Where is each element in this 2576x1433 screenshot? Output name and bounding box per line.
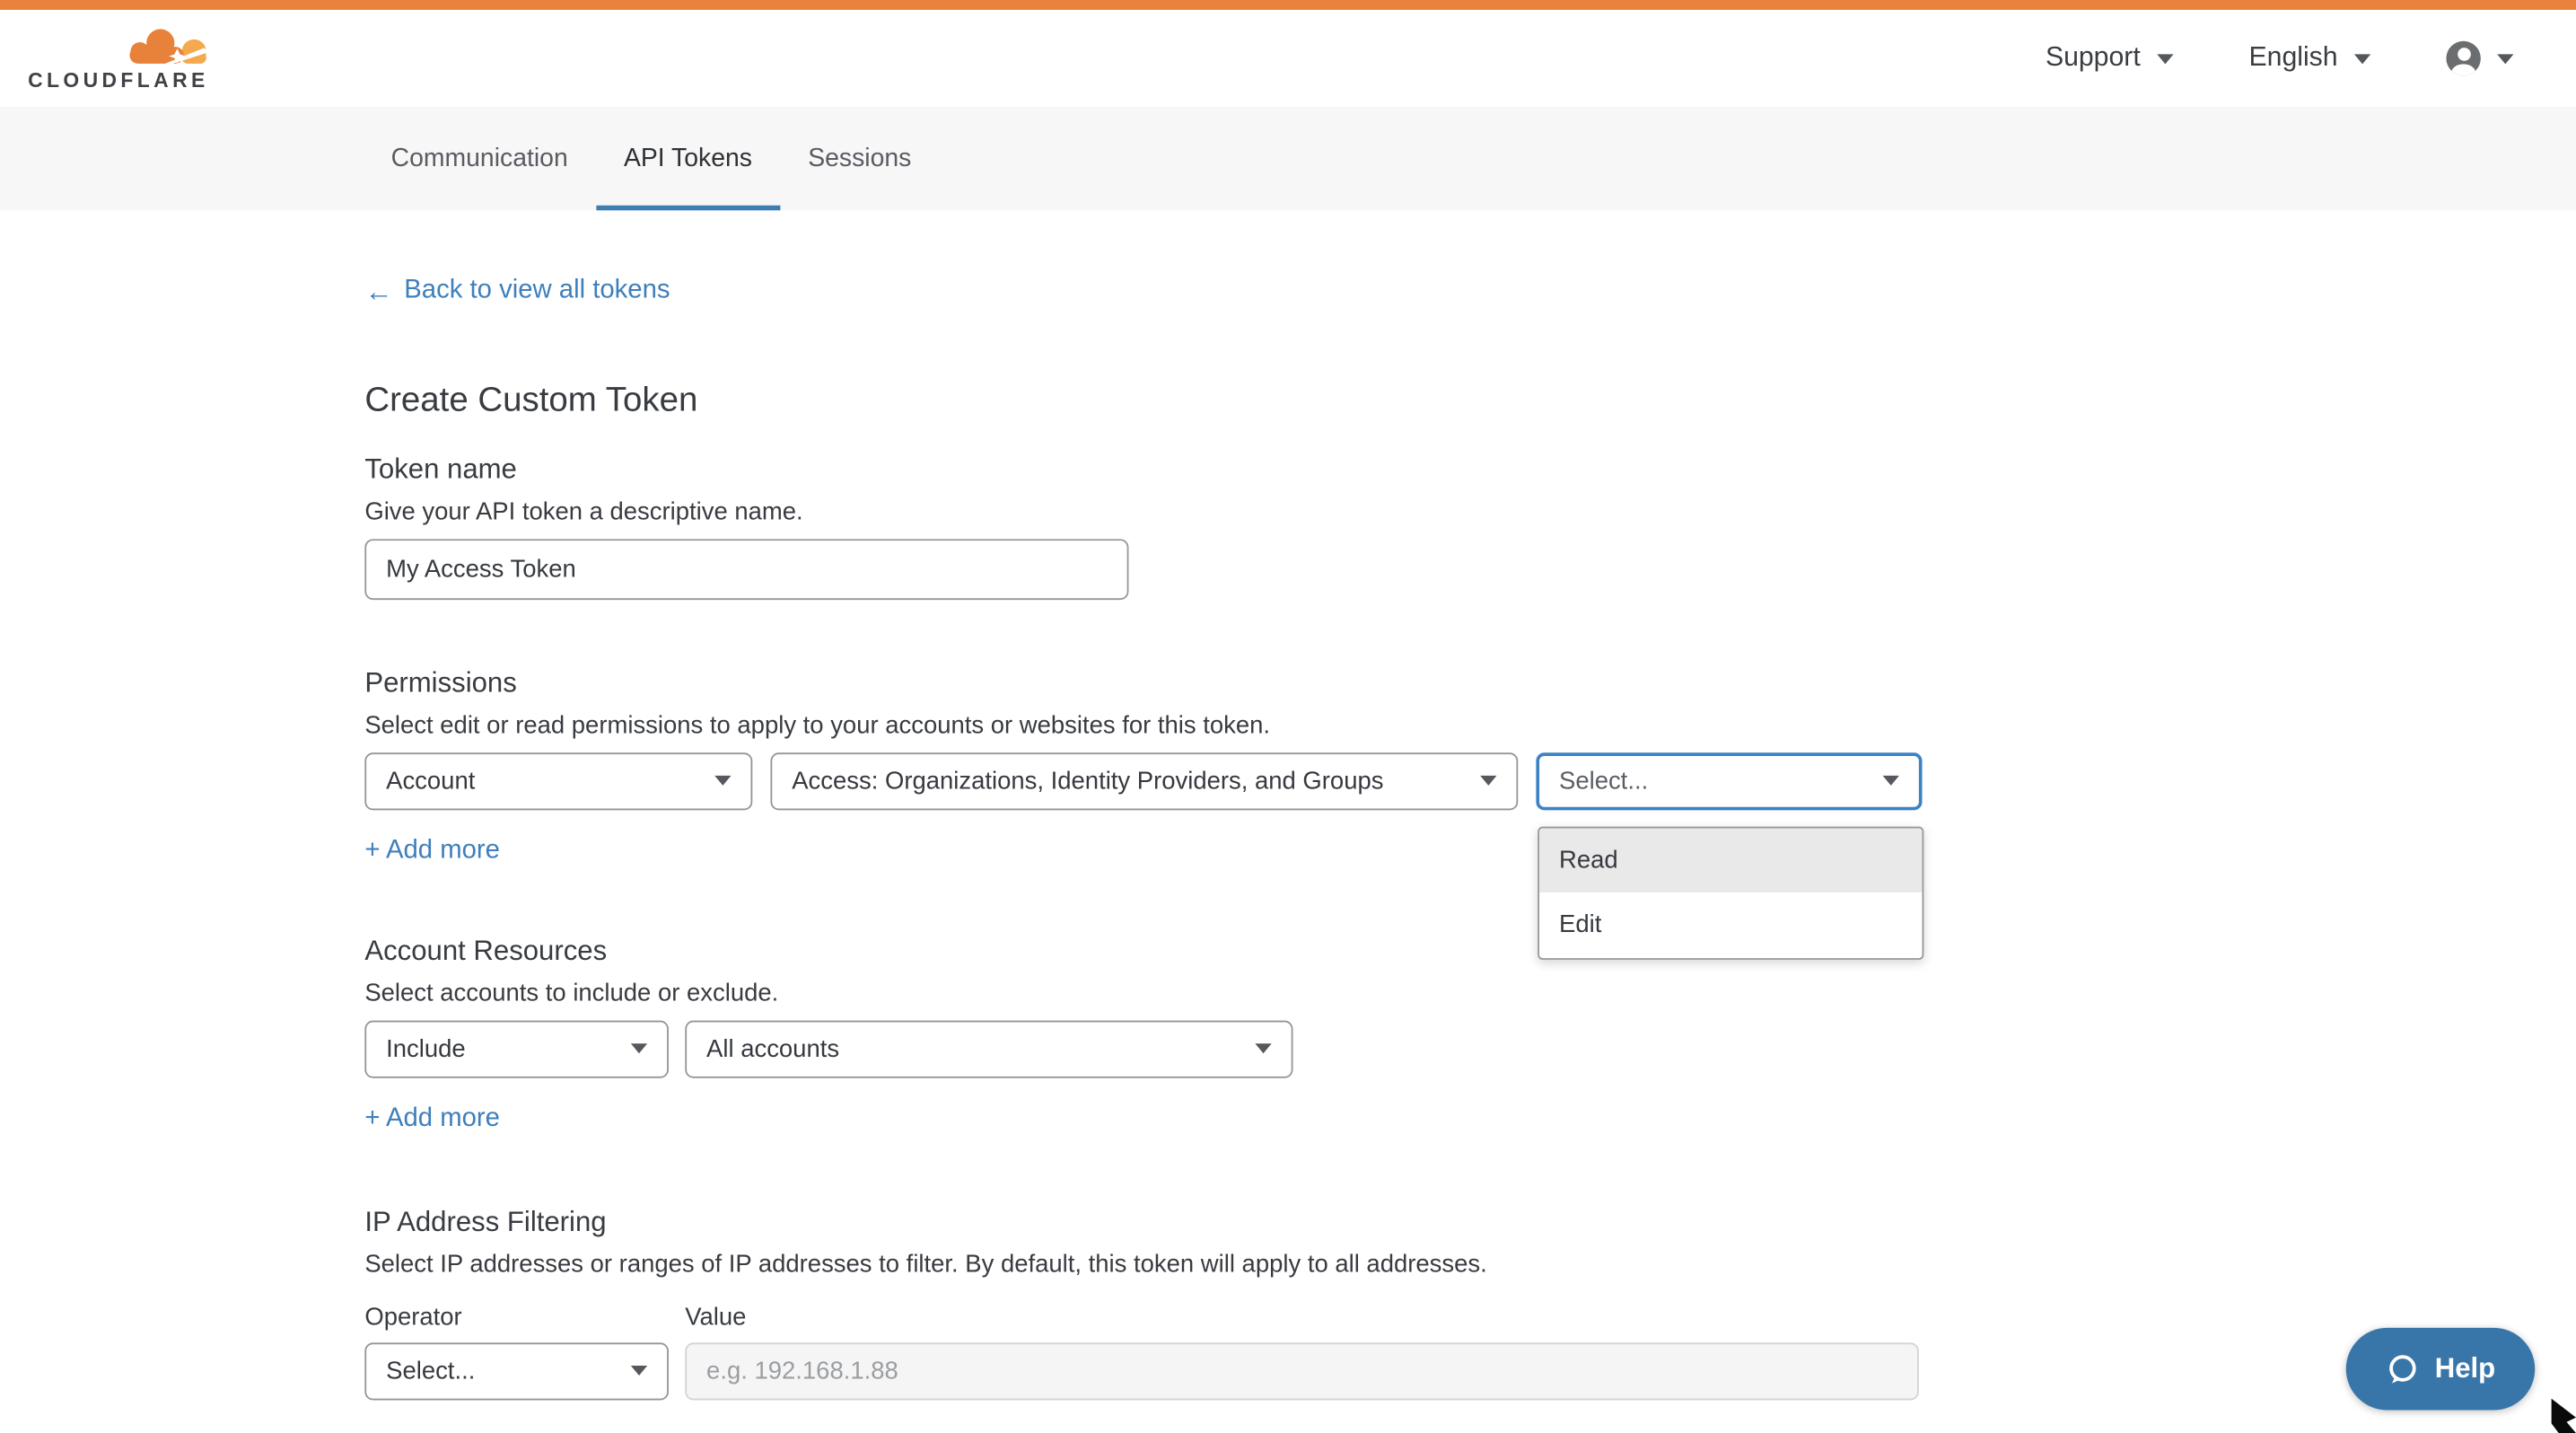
user-avatar-icon xyxy=(2446,41,2480,75)
ip-filtering-description: Select IP addresses or ranges of IP addr… xyxy=(364,1248,2576,1279)
token-name-input[interactable] xyxy=(364,538,1128,599)
help-button[interactable]: Help xyxy=(2346,1328,2535,1411)
mouse-cursor xyxy=(2552,1399,2576,1433)
add-more-permission-link[interactable]: + Add more xyxy=(364,836,500,866)
ip-filtering-labels: Operator Value xyxy=(364,1303,2576,1331)
chevron-down-icon xyxy=(714,776,731,786)
permission-access-placeholder: Select... xyxy=(1559,767,1648,795)
tab-communication[interactable]: Communication xyxy=(364,107,596,210)
account-resources-row: Include All accounts xyxy=(364,1020,2576,1077)
arrow-left-icon: ← xyxy=(364,277,392,304)
permission-access-select[interactable]: Select... xyxy=(1536,752,1922,809)
ip-value-input[interactable] xyxy=(685,1341,1919,1399)
resource-accounts-select[interactable]: All accounts xyxy=(685,1020,1292,1077)
user-menu[interactable] xyxy=(2446,41,2513,75)
help-button-label: Help xyxy=(2435,1352,2495,1385)
chat-bubble-icon xyxy=(2386,1351,2420,1385)
chevron-down-icon xyxy=(631,1043,647,1053)
chevron-down-icon xyxy=(1255,1043,1271,1053)
chevron-down-icon xyxy=(2354,53,2370,63)
chevron-down-icon xyxy=(1883,776,1899,786)
back-link-label: Back to view all tokens xyxy=(404,276,670,305)
account-resources-heading: Account Resources xyxy=(364,933,2576,967)
add-more-resource-link[interactable]: + Add more xyxy=(364,1103,500,1133)
back-link[interactable]: ← Back to view all tokens xyxy=(364,276,670,305)
language-label: English xyxy=(2249,43,2338,75)
value-label: Value xyxy=(685,1303,746,1331)
resource-mode-select[interactable]: Include xyxy=(364,1020,669,1077)
menu-item-edit[interactable]: Edit xyxy=(1539,892,1922,957)
permissions-heading: Permissions xyxy=(364,664,2576,699)
cloudflare-cloud-icon xyxy=(118,25,212,66)
resource-mode-value: Include xyxy=(386,1034,466,1062)
token-name-heading: Token name xyxy=(364,451,2576,485)
header-actions: Support English xyxy=(2046,41,2514,75)
main-content: ← Back to view all tokens Create Custom … xyxy=(0,210,2576,1399)
page: CLOUDFLARE Support English Communication… xyxy=(0,0,2576,1433)
tab-sessions[interactable]: Sessions xyxy=(780,107,939,210)
support-label: Support xyxy=(2046,43,2141,75)
cloudflare-wordmark: CLOUDFLARE xyxy=(28,68,212,92)
permission-resource-value: Access: Organizations, Identity Provider… xyxy=(792,767,1383,795)
operator-label: Operator xyxy=(364,1303,685,1331)
chevron-down-icon xyxy=(2157,53,2173,63)
menu-item-read[interactable]: Read xyxy=(1539,828,1922,892)
support-menu[interactable]: Support xyxy=(2046,43,2173,75)
ip-operator-select[interactable]: Select... xyxy=(364,1341,669,1399)
permission-scope-value: Account xyxy=(386,767,475,795)
cloudflare-logo[interactable]: CLOUDFLARE xyxy=(28,25,212,91)
chevron-down-icon xyxy=(631,1366,647,1376)
ip-operator-placeholder: Select... xyxy=(386,1357,475,1385)
chevron-down-icon xyxy=(1480,776,1496,786)
access-level-menu: Read Edit xyxy=(1538,826,1923,959)
ip-filtering-row: Select... xyxy=(364,1341,2576,1399)
app-header: CLOUDFLARE Support English xyxy=(0,10,2576,107)
permission-resource-select[interactable]: Access: Organizations, Identity Provider… xyxy=(770,752,1518,809)
permissions-description: Select edit or read permissions to apply… xyxy=(364,709,2576,741)
permission-scope-select[interactable]: Account xyxy=(364,752,752,809)
language-menu[interactable]: English xyxy=(2249,43,2371,75)
profile-tabs: Communication API Tokens Sessions xyxy=(0,107,2576,210)
page-title: Create Custom Token xyxy=(364,381,2576,420)
ip-filtering-heading: IP Address Filtering xyxy=(364,1204,2576,1238)
resource-accounts-value: All accounts xyxy=(706,1034,839,1062)
tab-api-tokens[interactable]: API Tokens xyxy=(596,107,780,210)
token-name-description: Give your API token a descriptive name. xyxy=(364,496,2576,527)
permissions-row: Account Access: Organizations, Identity … xyxy=(364,752,2576,809)
chevron-down-icon xyxy=(2497,53,2513,63)
brand-top-bar xyxy=(0,0,2576,10)
account-resources-description: Select accounts to include or exclude. xyxy=(364,977,2576,1008)
